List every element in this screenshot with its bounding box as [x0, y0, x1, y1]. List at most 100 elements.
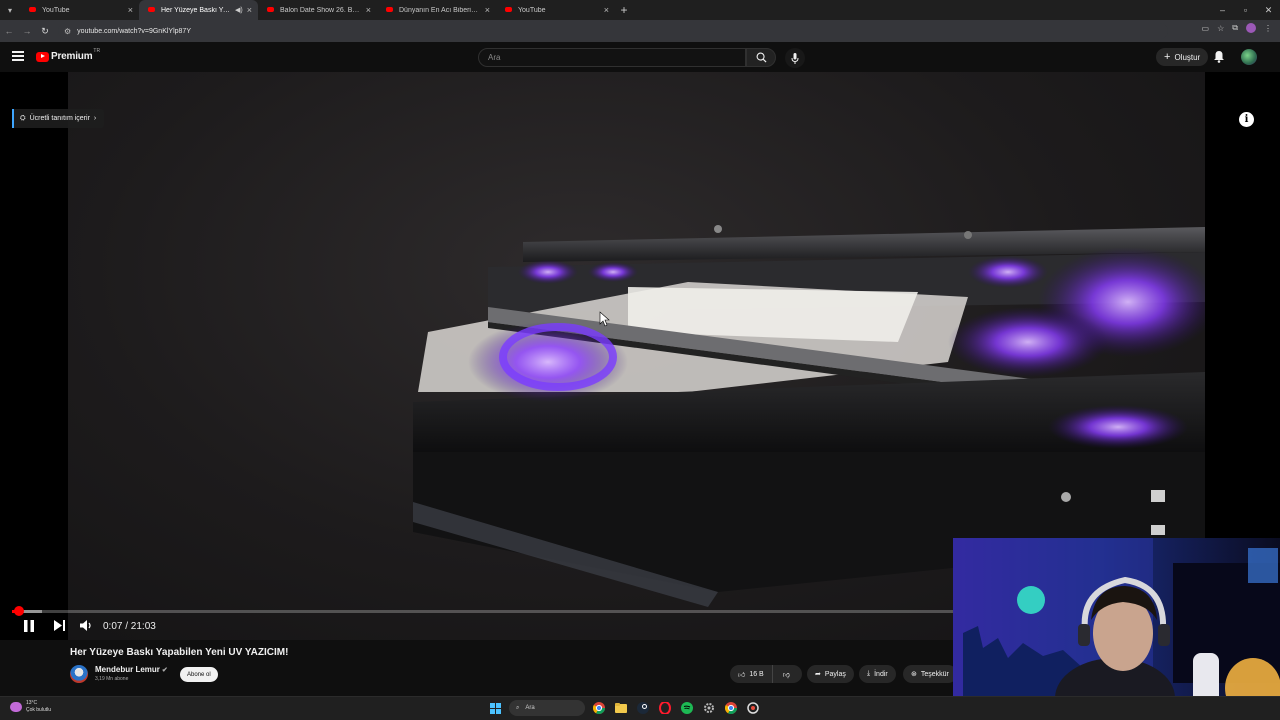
- logo-country: TR: [93, 47, 101, 54]
- url-field[interactable]: ⚙ youtube.com/watch?v=9GnKlYlp87Y: [58, 23, 1168, 39]
- like-count: 16 B: [749, 670, 764, 678]
- bookmark-star-icon[interactable]: ☆: [1217, 24, 1224, 33]
- settings-icon[interactable]: [701, 700, 717, 716]
- voice-search-button[interactable]: [785, 48, 805, 68]
- subscriber-count: 3,19 Mn abone: [95, 676, 129, 682]
- promotion-icon: ⛭: [20, 114, 26, 122]
- steam-icon[interactable]: [635, 700, 651, 716]
- taskbar-search-label: Ara: [525, 705, 535, 711]
- site-info-icon[interactable]: ⚙: [64, 27, 71, 36]
- window-close-icon[interactable]: ✕: [1257, 0, 1280, 20]
- notifications-button[interactable]: [1213, 50, 1225, 68]
- back-icon[interactable]: ←: [0, 26, 18, 36]
- search-input[interactable]: Ara: [478, 48, 746, 67]
- youtube-favicon-icon: [29, 7, 36, 12]
- tab-search-icon[interactable]: ▾: [0, 0, 20, 20]
- extensions-icon[interactable]: ⧉: [1232, 23, 1238, 33]
- window-controls: – ▫ ✕: [1211, 0, 1280, 20]
- weather-cloud-icon: [10, 702, 22, 712]
- tab-audio-icon[interactable]: ◀): [235, 6, 243, 14]
- file-explorer-icon[interactable]: [613, 700, 629, 716]
- thanks-icon: ⊛: [911, 671, 917, 678]
- youtube-premium-logo[interactable]: Premium TR: [36, 47, 101, 62]
- plus-icon: +: [1164, 51, 1171, 63]
- dislike-button[interactable]: 👎︎: [777, 670, 796, 679]
- weather-widget[interactable]: 13°C Çok bulutlu: [10, 700, 51, 714]
- tab-close-icon[interactable]: ×: [485, 5, 490, 15]
- share-button[interactable]: ➦ Paylaş: [807, 665, 854, 683]
- webcam-streamer-image: [953, 538, 1280, 720]
- maximize-icon[interactable]: ▫: [1234, 0, 1257, 20]
- like-dislike-group: 👍︎ 16 B 👎︎: [730, 665, 802, 683]
- share-label: Paylaş: [824, 670, 846, 678]
- tab-title: Balon Date Show 26. Bölüm - Y: [280, 6, 362, 14]
- download-icon: ⤓: [867, 670, 871, 677]
- address-bar-row: ← → ↻ ⚙ youtube.com/watch?v=9GnKlYlp87Y …: [0, 20, 1280, 42]
- like-button[interactable]: 👍︎ 16 B: [730, 665, 773, 683]
- thanks-label: Teşekkür: [920, 670, 949, 678]
- youtube-masthead: Premium TR Ara + Oluştur: [0, 42, 1280, 72]
- youtube-favicon-icon: [267, 7, 274, 12]
- browser-tab-active[interactable]: Her Yüzeye Baskı Yapabilen ◀) ×: [139, 0, 258, 20]
- bell-icon: [1214, 51, 1224, 63]
- tab-title: YouTube: [42, 6, 70, 14]
- paid-promotion-badge[interactable]: ⛭ Ücretli tanıtım içerir ›: [12, 109, 105, 128]
- search-button[interactable]: [746, 48, 776, 67]
- minimize-icon[interactable]: –: [1211, 0, 1234, 20]
- channel-avatar[interactable]: [70, 665, 88, 683]
- opera-icon[interactable]: [657, 700, 673, 716]
- next-button[interactable]: [53, 619, 66, 637]
- browser-tab[interactable]: Dünyanın En Acı Biberini Dene ×: [377, 0, 496, 20]
- url-text: youtube.com/watch?v=9GnKlYlp87Y: [77, 27, 191, 35]
- tab-close-icon[interactable]: ×: [604, 5, 609, 15]
- create-button[interactable]: + Oluştur: [1156, 48, 1209, 66]
- channel-name: Mendebur Lemur: [95, 665, 160, 674]
- weather-temp: 13°C: [26, 700, 38, 706]
- search-icon: [756, 52, 767, 63]
- promo-label: Ücretli tanıtım içerir: [29, 115, 90, 122]
- download-button[interactable]: ⤓ İndir: [859, 665, 896, 683]
- spotify-icon[interactable]: [679, 700, 695, 716]
- tab-close-icon[interactable]: ×: [247, 5, 252, 15]
- share-icon: ➦: [815, 671, 821, 678]
- forward-icon[interactable]: →: [18, 26, 36, 36]
- browser-tab[interactable]: YouTube ×: [20, 0, 139, 20]
- account-avatar[interactable]: [1241, 49, 1257, 65]
- tab-close-icon[interactable]: ×: [128, 5, 133, 15]
- chevron-right-icon: ›: [93, 115, 97, 122]
- browser-menu-icon[interactable]: ⋮: [1264, 24, 1272, 33]
- browser-tab-strip: ▾ YouTube × Her Yüzeye Baskı Yapabilen ◀…: [0, 0, 1280, 20]
- windows-taskbar: 13°C Çok bulutlu ⌕ Ara: [0, 696, 1280, 720]
- time-display: 0:07 / 21:03: [103, 621, 156, 632]
- tab-title: Her Yüzeye Baskı Yapabilen: [161, 6, 232, 14]
- tab-title: YouTube: [518, 6, 546, 14]
- chrome-running-icon[interactable]: [723, 700, 739, 716]
- weather-desc: Çok bulutlu: [26, 707, 52, 713]
- youtube-favicon-icon: [386, 7, 393, 12]
- thumbs-up-icon: 👍︎: [738, 671, 746, 679]
- info-icon[interactable]: i: [1239, 112, 1254, 127]
- tab-close-icon[interactable]: ×: [366, 5, 371, 15]
- windows-start-icon[interactable]: [487, 700, 503, 716]
- thumbs-down-icon: 👎︎: [782, 671, 790, 679]
- reload-icon[interactable]: ↻: [36, 26, 54, 37]
- browser-tab[interactable]: Balon Date Show 26. Bölüm - Y ×: [258, 0, 377, 20]
- thanks-button[interactable]: ⊛ Teşekkür: [903, 665, 957, 683]
- app-icon[interactable]: [745, 700, 761, 716]
- chrome-icon[interactable]: [591, 700, 607, 716]
- profile-avatar[interactable]: [1246, 23, 1256, 33]
- menu-icon[interactable]: [12, 51, 24, 61]
- browser-tab[interactable]: YouTube ×: [496, 0, 615, 20]
- video-title: Her Yüzeye Baskı Yapabilen Yeni UV YAZIC…: [70, 647, 289, 658]
- subscribe-button[interactable]: Abone ol: [180, 667, 218, 682]
- pause-button[interactable]: [22, 619, 36, 638]
- cast-icon[interactable]: ▭: [1202, 24, 1210, 33]
- new-tab-button[interactable]: +: [615, 3, 633, 17]
- verified-check-icon: ✔: [161, 667, 168, 674]
- webcam-overlay: [953, 538, 1280, 720]
- volume-button[interactable]: [79, 619, 93, 637]
- channel-name-link[interactable]: Mendebur Lemur ✔: [95, 665, 168, 674]
- taskbar-search[interactable]: ⌕ Ara: [509, 700, 585, 716]
- download-label: İndir: [874, 670, 888, 678]
- youtube-favicon-icon: [505, 7, 512, 12]
